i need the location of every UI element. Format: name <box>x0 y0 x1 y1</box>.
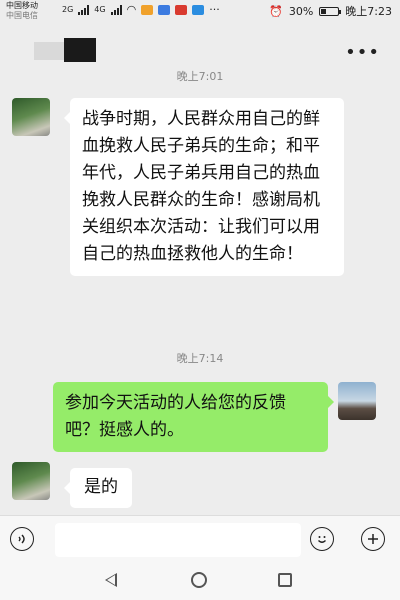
emoji-icon[interactable] <box>310 527 334 551</box>
wifi-icon: ◠ <box>126 3 137 16</box>
system-nav-bar <box>0 561 400 600</box>
signal-area: 2G 4G ◠ ··· <box>62 3 220 16</box>
message-input[interactable] <box>55 523 301 557</box>
plus-icon[interactable] <box>361 527 385 551</box>
contact-avatar[interactable] <box>12 462 50 500</box>
battery-percent: 30% <box>288 4 314 18</box>
clock: 晚上7:23 <box>345 5 392 18</box>
carrier-labels: 中国移动 中国电信 <box>6 1 38 21</box>
carrier-2: 中国电信 <box>6 11 38 20</box>
user-avatar[interactable] <box>338 382 376 420</box>
recent-apps-icon[interactable] <box>278 573 292 587</box>
home-icon[interactable] <box>191 572 207 588</box>
signal-icon-2 <box>110 4 122 15</box>
contact-avatar[interactable] <box>12 98 50 136</box>
chat-header: ••• <box>0 22 400 64</box>
app-notification-icon <box>175 4 188 15</box>
back-icon[interactable] <box>105 573 117 587</box>
status-right: ⏰ 30% 晚上7:23 <box>269 3 392 19</box>
app-notification-icon <box>192 4 205 15</box>
alarm-icon: ⏰ <box>269 4 283 18</box>
carrier-1: 中国移动 <box>6 1 38 10</box>
message-timestamp: 晚上7:01 <box>176 70 224 83</box>
message-timestamp: 晚上7:14 <box>176 352 224 365</box>
more-notifications-icon: ··· <box>209 3 220 16</box>
voice-icon[interactable] <box>10 527 34 551</box>
app-notification-icon <box>141 4 154 15</box>
more-options-icon[interactable]: ••• <box>345 42 380 63</box>
status-bar: 中国移动 中国电信 2G 4G ◠ ··· ⏰ 30% 晚上7:23 <box>0 0 400 22</box>
signal-icon <box>78 4 90 15</box>
app-notification-icon <box>158 4 171 15</box>
incoming-message-bubble[interactable]: 是的 <box>64 468 132 508</box>
contact-name-redacted <box>34 38 96 62</box>
network-1: 2G <box>62 5 74 14</box>
battery-icon <box>319 6 342 16</box>
input-bar <box>0 515 400 562</box>
outgoing-message-bubble[interactable]: 参加今天活动的人给您的反馈吧？挺感人的。 <box>53 382 334 452</box>
incoming-message-bubble[interactable]: 战争时期，人民群众用自己的鲜血挽救人民子弟兵的生命；和平年代，人民子弟兵用自己的… <box>64 98 344 276</box>
network-2: 4G <box>94 5 106 14</box>
